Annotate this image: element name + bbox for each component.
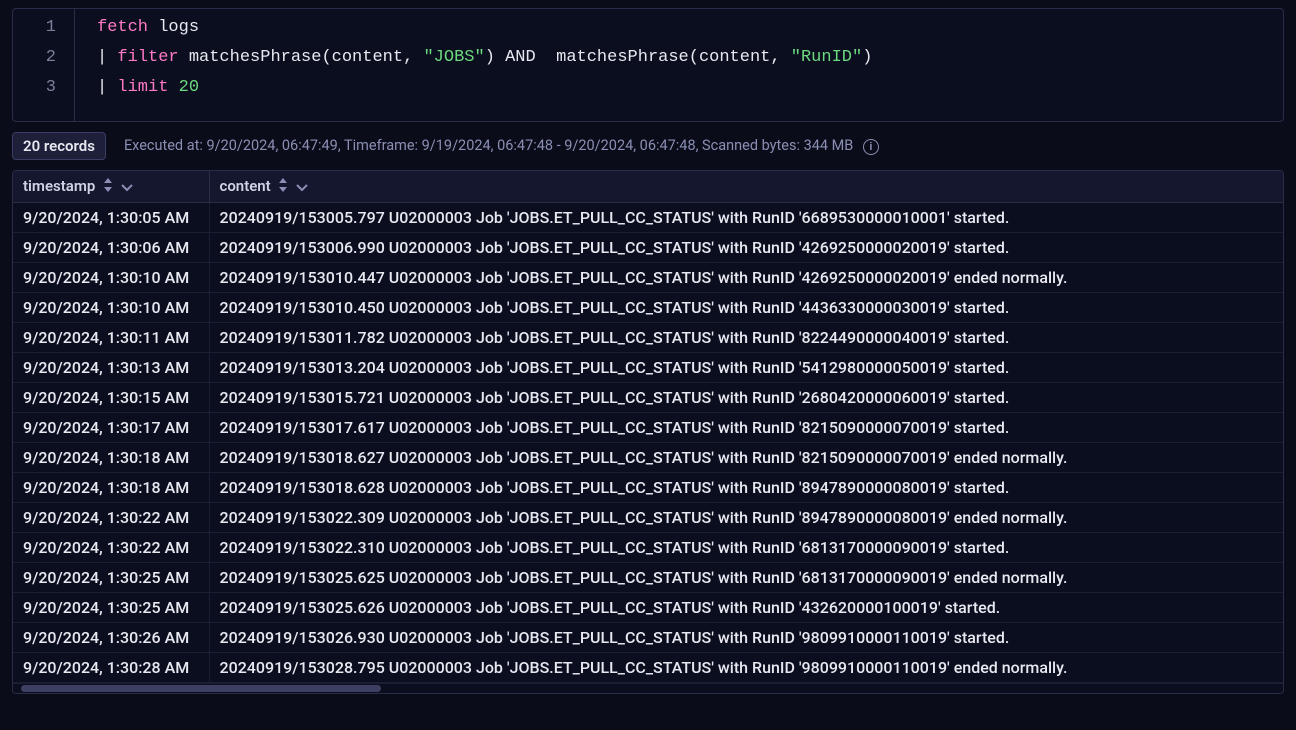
cell-timestamp: 9/20/2024, 1:30:10 AM [13, 293, 209, 323]
table-row[interactable]: 9/20/2024, 1:30:26 AM20240919/153026.930… [13, 623, 1283, 653]
cell-content: 20240919/153028.795 U02000003 Job 'JOBS.… [209, 653, 1283, 683]
cell-content: 20240919/153006.990 U02000003 Job 'JOBS.… [209, 233, 1283, 263]
sort-icon[interactable] [103, 178, 113, 196]
table-row[interactable]: 9/20/2024, 1:30:11 AM20240919/153011.782… [13, 323, 1283, 353]
record-count-badge: 20 records [12, 132, 106, 160]
cell-content: 20240919/153022.309 U02000003 Job 'JOBS.… [209, 503, 1283, 533]
cell-timestamp: 9/20/2024, 1:30:17 AM [13, 413, 209, 443]
cell-timestamp: 9/20/2024, 1:30:26 AM [13, 623, 209, 653]
column-label: content [220, 177, 271, 195]
horizontal-scrollbar[interactable] [13, 683, 1283, 693]
cell-content: 20240919/153026.930 U02000003 Job 'JOBS.… [209, 623, 1283, 653]
cell-content: 20240919/153018.628 U02000003 Job 'JOBS.… [209, 473, 1283, 503]
cell-timestamp: 9/20/2024, 1:30:06 AM [13, 233, 209, 263]
cell-content: 20240919/153025.626 U02000003 Job 'JOBS.… [209, 593, 1283, 623]
line-number: 2 [13, 43, 56, 73]
table-row[interactable]: 9/20/2024, 1:30:05 AM20240919/153005.797… [13, 203, 1283, 233]
results-table: timestamp content [13, 171, 1283, 683]
column-label: timestamp [23, 177, 95, 195]
table-row[interactable]: 9/20/2024, 1:30:10 AM20240919/153010.450… [13, 293, 1283, 323]
cell-content: 20240919/153005.797 U02000003 Job 'JOBS.… [209, 203, 1283, 233]
cell-timestamp: 9/20/2024, 1:30:25 AM [13, 593, 209, 623]
table-row[interactable]: 9/20/2024, 1:30:22 AM20240919/153022.309… [13, 503, 1283, 533]
query-editor[interactable]: 1 2 3 fetch logs | filter matchesPhrase(… [12, 8, 1284, 122]
cell-timestamp: 9/20/2024, 1:30:15 AM [13, 383, 209, 413]
chevron-down-icon[interactable] [296, 178, 308, 196]
cell-content: 20240919/153013.204 U02000003 Job 'JOBS.… [209, 353, 1283, 383]
editor-gutter: 1 2 3 [13, 9, 75, 121]
log-query-panel: 1 2 3 fetch logs | filter matchesPhrase(… [0, 0, 1296, 694]
sort-icon[interactable] [278, 178, 288, 196]
cell-content: 20240919/153017.617 U02000003 Job 'JOBS.… [209, 413, 1283, 443]
table-row[interactable]: 9/20/2024, 1:30:06 AM20240919/153006.990… [13, 233, 1283, 263]
cell-content: 20240919/153011.782 U02000003 Job 'JOBS.… [209, 323, 1283, 353]
cell-timestamp: 9/20/2024, 1:30:05 AM [13, 203, 209, 233]
cell-timestamp: 9/20/2024, 1:30:18 AM [13, 443, 209, 473]
cell-timestamp: 9/20/2024, 1:30:22 AM [13, 533, 209, 563]
table-row[interactable]: 9/20/2024, 1:30:15 AM20240919/153015.721… [13, 383, 1283, 413]
table-row[interactable]: 9/20/2024, 1:30:18 AM20240919/153018.627… [13, 443, 1283, 473]
execution-info: Executed at: 9/20/2024, 06:47:49, Timefr… [124, 137, 879, 154]
cell-content: 20240919/153015.721 U02000003 Job 'JOBS.… [209, 383, 1283, 413]
status-row: 20 records Executed at: 9/20/2024, 06:47… [12, 122, 1284, 170]
cell-content: 20240919/153010.447 U02000003 Job 'JOBS.… [209, 263, 1283, 293]
info-icon[interactable]: i [863, 139, 879, 155]
cell-content: 20240919/153018.627 U02000003 Job 'JOBS.… [209, 443, 1283, 473]
editor-code[interactable]: fetch logs | filter matchesPhrase(conten… [75, 9, 890, 121]
cell-content: 20240919/153025.625 U02000003 Job 'JOBS.… [209, 563, 1283, 593]
column-header-content[interactable]: content [209, 171, 1283, 203]
cell-timestamp: 9/20/2024, 1:30:28 AM [13, 653, 209, 683]
cell-content: 20240919/153010.450 U02000003 Job 'JOBS.… [209, 293, 1283, 323]
results-table-container: timestamp content [12, 170, 1284, 694]
table-row[interactable]: 9/20/2024, 1:30:25 AM20240919/153025.625… [13, 563, 1283, 593]
cell-timestamp: 9/20/2024, 1:30:22 AM [13, 503, 209, 533]
table-row[interactable]: 9/20/2024, 1:30:22 AM20240919/153022.310… [13, 533, 1283, 563]
cell-content: 20240919/153022.310 U02000003 Job 'JOBS.… [209, 533, 1283, 563]
cell-timestamp: 9/20/2024, 1:30:25 AM [13, 563, 209, 593]
table-row[interactable]: 9/20/2024, 1:30:25 AM20240919/153025.626… [13, 593, 1283, 623]
column-header-timestamp[interactable]: timestamp [13, 171, 209, 203]
table-row[interactable]: 9/20/2024, 1:30:28 AM20240919/153028.795… [13, 653, 1283, 683]
cell-timestamp: 9/20/2024, 1:30:10 AM [13, 263, 209, 293]
table-row[interactable]: 9/20/2024, 1:30:10 AM20240919/153010.447… [13, 263, 1283, 293]
line-number: 1 [13, 13, 56, 43]
scrollbar-thumb[interactable] [21, 685, 381, 692]
table-row[interactable]: 9/20/2024, 1:30:13 AM20240919/153013.204… [13, 353, 1283, 383]
table-row[interactable]: 9/20/2024, 1:30:17 AM20240919/153017.617… [13, 413, 1283, 443]
cell-timestamp: 9/20/2024, 1:30:13 AM [13, 353, 209, 383]
cell-timestamp: 9/20/2024, 1:30:11 AM [13, 323, 209, 353]
table-row[interactable]: 9/20/2024, 1:30:18 AM20240919/153018.628… [13, 473, 1283, 503]
cell-timestamp: 9/20/2024, 1:30:18 AM [13, 473, 209, 503]
chevron-down-icon[interactable] [121, 178, 133, 196]
line-number: 3 [13, 73, 56, 103]
execution-info-text: Executed at: 9/20/2024, 06:47:49, Timefr… [124, 137, 853, 154]
